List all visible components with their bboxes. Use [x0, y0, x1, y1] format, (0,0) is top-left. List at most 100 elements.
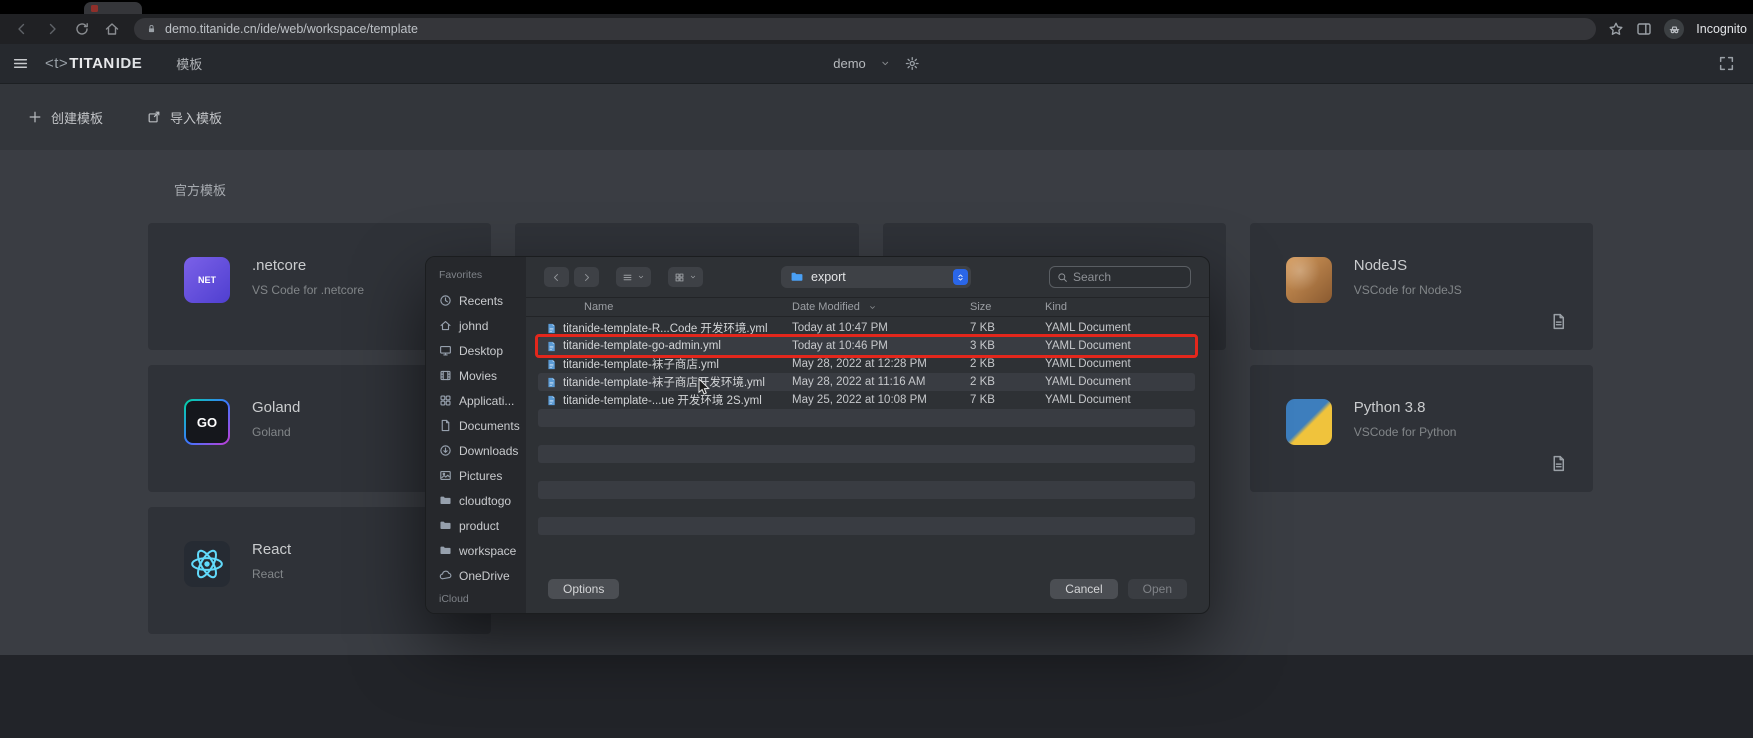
column-name[interactable]: Name [546, 301, 792, 313]
file-open-dialog: Favorites Recents johnd Desktop Movies A… [425, 256, 1210, 614]
sidebar-item-johnd[interactable]: johnd [426, 313, 526, 338]
sidebar-item-documents[interactable]: Documents [426, 413, 526, 438]
section-title: 官方模板 [174, 180, 1593, 199]
forward-icon[interactable] [44, 21, 60, 37]
folder-icon [790, 270, 804, 284]
chevron-down-icon[interactable] [880, 58, 891, 69]
chevron-down-icon [637, 273, 645, 281]
lock-icon [146, 23, 157, 35]
template-desc: Goland [252, 425, 300, 439]
back-icon[interactable] [14, 21, 30, 37]
workspace-switcher: demo [833, 56, 920, 71]
list-view-dropdown[interactable] [616, 267, 651, 287]
dialog-back-button[interactable] [544, 267, 569, 287]
dialog-content: export Name Date Modified Size Kind tita… [526, 257, 1209, 613]
bookmark-star-icon[interactable] [1608, 21, 1624, 37]
yaml-file-icon [546, 358, 557, 371]
yaml-file-icon [546, 322, 557, 335]
chevron-right-icon [581, 272, 592, 283]
search-input[interactable] [1073, 270, 1183, 284]
empty-row [538, 517, 1195, 535]
sidebar-item-downloads[interactable]: Downloads [426, 438, 526, 463]
fullscreen-icon[interactable] [1718, 55, 1735, 72]
search-icon [1057, 272, 1068, 283]
incognito-avatar[interactable] [1664, 19, 1684, 39]
template-name: NodeJS [1354, 257, 1462, 274]
workspace-name[interactable]: demo [833, 56, 866, 71]
sidebar-item-movies[interactable]: Movies [426, 363, 526, 388]
file-date: May 28, 2022 at 12:28 PM [792, 358, 970, 370]
clock-icon [439, 294, 452, 307]
list-view-icon [622, 272, 633, 283]
import-template-label: 导入模板 [170, 108, 222, 127]
film-icon [439, 369, 452, 382]
sidebar-item-desktop[interactable]: Desktop [426, 338, 526, 363]
applications-icon [439, 394, 452, 407]
favorites-label: Favorites [426, 269, 526, 288]
options-button[interactable]: Options [548, 579, 619, 599]
template-file-icon[interactable] [1550, 313, 1567, 330]
reload-icon[interactable] [74, 21, 90, 37]
browser-tab[interactable] [84, 2, 142, 14]
url-bar[interactable]: demo.titanide.cn/ide/web/workspace/templ… [134, 18, 1596, 40]
sidebar-item-onedrive[interactable]: OneDrive [426, 563, 526, 588]
column-date-modified[interactable]: Date Modified [792, 301, 970, 313]
template-card-python[interactable]: Python 3.8 VSCode for Python [1250, 365, 1593, 492]
app-logo[interactable]: <t>TITANIDE [45, 55, 142, 72]
logo-prefix: <t> [45, 55, 68, 72]
template-file-icon[interactable] [1550, 455, 1567, 472]
template-name: Python 3.8 [1354, 399, 1457, 416]
empty-row [538, 409, 1195, 427]
group-view-dropdown[interactable] [668, 267, 703, 287]
sidebar-item-recents[interactable]: Recents [426, 288, 526, 313]
file-size: 7 KB [970, 322, 1045, 334]
logo-main: TITAN [69, 55, 115, 72]
file-row[interactable]: titanide-template-...ue 开发环境 2S.yml May … [538, 391, 1195, 409]
template-desc: React [252, 567, 291, 581]
current-folder-dropdown[interactable]: export [781, 266, 971, 288]
column-size[interactable]: Size [970, 301, 1045, 313]
dialog-forward-button[interactable] [574, 267, 599, 287]
import-template-button[interactable]: 导入模板 [147, 108, 222, 127]
file-row[interactable]: titanide-template-R...Code 开发环境.yml Toda… [538, 319, 1195, 337]
empty-row [538, 535, 1195, 553]
open-button[interactable]: Open [1128, 579, 1187, 599]
dialog-sidebar: Favorites Recents johnd Desktop Movies A… [426, 257, 526, 613]
folder-stepper-icon[interactable] [953, 269, 968, 285]
empty-row [538, 481, 1195, 499]
side-panel-icon[interactable] [1636, 21, 1652, 37]
sidebar-item-pictures[interactable]: Pictures [426, 463, 526, 488]
chevron-left-icon [551, 272, 562, 283]
chevron-down-icon [689, 273, 697, 281]
addressbar-actions: Incognito [1608, 19, 1747, 39]
sidebar-item-cloudtogo[interactable]: cloudtogo [426, 488, 526, 513]
search-box[interactable] [1049, 266, 1191, 288]
page-footer [0, 655, 1753, 738]
gear-icon[interactable] [905, 56, 920, 71]
template-name: .netcore [252, 257, 364, 274]
browser-addressbar: demo.titanide.cn/ide/web/workspace/templ… [0, 14, 1753, 44]
file-size: 3 KB [970, 340, 1045, 352]
template-card-nodejs[interactable]: NodeJS VSCode for NodeJS [1250, 223, 1593, 350]
home-icon[interactable] [104, 21, 120, 37]
file-list: titanide-template-R...Code 开发环境.yml Toda… [526, 317, 1209, 565]
menu-icon[interactable] [12, 55, 29, 72]
create-template-button[interactable]: 创建模板 [28, 108, 103, 127]
sidebar-item-applications[interactable]: Applicati... [426, 388, 526, 413]
spy-icon [1668, 23, 1681, 36]
yaml-file-icon [546, 376, 557, 389]
url-text[interactable]: demo.titanide.cn/ide/web/workspace/templ… [165, 22, 418, 36]
file-row-highlighted[interactable]: titanide-template-go-admin.yml Today at … [538, 337, 1195, 355]
file-row[interactable]: titanide-template-袜子商店.yml May 28, 2022 … [538, 355, 1195, 373]
sidebar-item-workspace[interactable]: workspace [426, 538, 526, 563]
file-row[interactable]: titanide-template-袜子商店开发环境.yml May 28, 2… [538, 373, 1195, 391]
column-kind[interactable]: Kind [1045, 301, 1195, 313]
file-kind: YAML Document [1045, 340, 1195, 352]
screen: demo.titanide.cn/ide/web/workspace/templ… [0, 0, 1753, 738]
dialog-toolbar: export [526, 257, 1209, 297]
cancel-button[interactable]: Cancel [1050, 579, 1117, 599]
sidebar-item-product[interactable]: product [426, 513, 526, 538]
file-name: titanide-template-...ue 开发环境 2S.yml [563, 392, 762, 408]
logo-accent: IDE [116, 55, 143, 72]
file-size: 7 KB [970, 394, 1045, 406]
